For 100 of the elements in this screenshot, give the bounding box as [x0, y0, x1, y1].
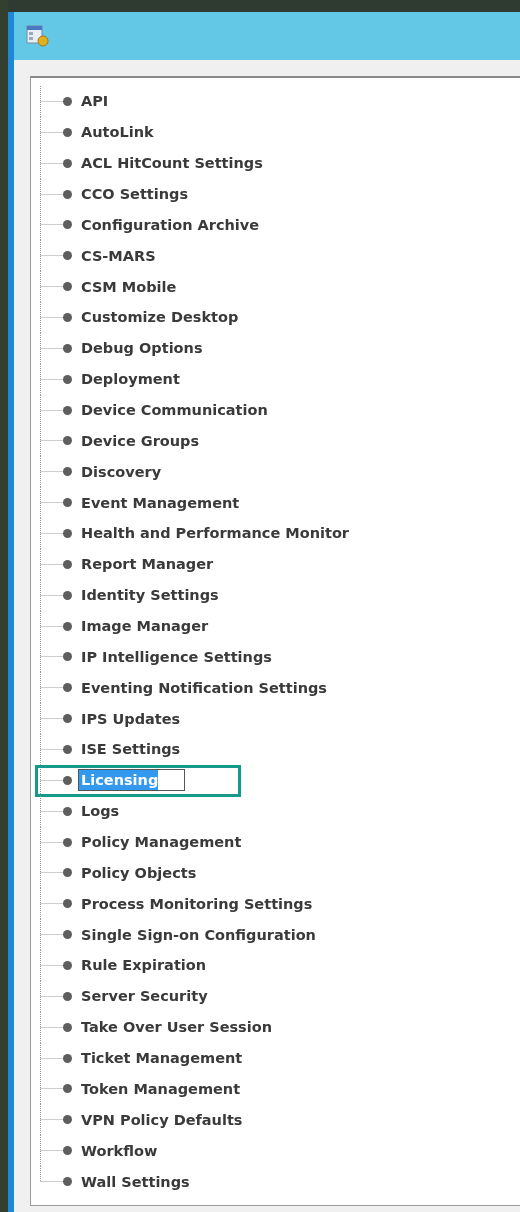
tree-node-icon — [63, 590, 72, 600]
tree-node-icon — [63, 312, 72, 322]
tree-node-icon — [63, 1146, 72, 1156]
tree-line — [39, 919, 63, 951]
tree-item[interactable]: Workflow — [79, 1140, 160, 1161]
tree-node-icon — [63, 837, 72, 847]
tree-line — [39, 1073, 63, 1105]
tree-line — [39, 703, 63, 735]
tree-item[interactable]: Device Communication — [79, 400, 270, 420]
tree-node-icon — [63, 1177, 72, 1186]
tree-node-icon — [63, 714, 72, 724]
tree-node-icon — [63, 96, 72, 106]
tree-node-icon — [63, 1084, 72, 1094]
tree-line — [39, 1042, 63, 1074]
tree-node-icon — [63, 621, 72, 631]
tree-node-icon — [63, 189, 72, 199]
tree-node-icon — [63, 498, 72, 508]
tree-node-icon — [63, 343, 72, 353]
tree-item[interactable]: Device Groups — [79, 430, 202, 451]
tree-node-icon — [63, 282, 72, 292]
tree-node-icon — [63, 1053, 72, 1063]
tree-item[interactable]: Token Management — [79, 1078, 243, 1099]
tree-line — [39, 610, 63, 642]
tree-line — [39, 795, 63, 827]
tree-item[interactable]: Discovery — [79, 461, 164, 482]
tree-item[interactable]: Eventing Notification Settings — [79, 677, 329, 698]
tree-item[interactable]: ACL HitCount Settings — [79, 153, 265, 174]
tree-item[interactable]: Debug Options — [79, 338, 205, 359]
tree-node-icon — [63, 775, 72, 785]
tree-line — [39, 548, 63, 580]
tree-item[interactable]: Report Manager — [79, 554, 216, 575]
tree-line — [39, 579, 63, 611]
tree-item[interactable]: Event Management — [79, 492, 242, 513]
tree-line — [39, 826, 63, 858]
tree-line — [39, 425, 63, 457]
tree-line — [39, 641, 63, 673]
tree-line — [39, 394, 63, 426]
tree-line — [39, 116, 63, 148]
tree-item[interactable]: Configuration Archive — [79, 214, 262, 235]
tree-item[interactable]: Policy Objects — [79, 862, 199, 883]
tree-node-icon — [63, 744, 72, 754]
tree-item[interactable]: Identity Settings — [79, 585, 221, 606]
tree-node-icon — [63, 127, 72, 137]
tree-node-icon — [63, 528, 72, 538]
tree-line — [39, 456, 63, 488]
tree-node-icon — [63, 158, 72, 168]
tree-item[interactable]: CSM Mobile — [79, 276, 179, 297]
tree-item[interactable]: Ticket Management — [79, 1048, 245, 1069]
tree-node-icon — [63, 559, 72, 569]
tree-line — [39, 517, 63, 549]
tree-item[interactable]: IPS Updates — [79, 708, 183, 729]
tree-line — [39, 85, 63, 117]
tree-line — [39, 271, 63, 303]
tree-node-icon — [63, 405, 72, 415]
tree-line — [39, 209, 63, 241]
tree-line — [39, 857, 63, 889]
tree-line — [39, 332, 63, 364]
tree-line — [39, 240, 63, 272]
tree-line — [39, 672, 63, 704]
tree-item[interactable]: ISE Settings — [79, 739, 183, 760]
tree-item[interactable]: AutoLink — [79, 122, 156, 143]
tree-item[interactable]: Policy Management — [79, 832, 244, 853]
tree-node-icon — [63, 1022, 72, 1032]
tree-item[interactable]: Process Monitoring Settings — [79, 893, 315, 914]
tree-item[interactable]: Logs — [79, 801, 122, 822]
tree-node-icon — [63, 1115, 72, 1125]
tree-item[interactable]: Deployment — [79, 369, 182, 390]
tree-line — [39, 301, 63, 333]
tree-line — [39, 734, 63, 765]
tree-item[interactable]: CS-MARS — [79, 245, 158, 266]
tree-line — [39, 363, 63, 395]
tree-node-icon — [63, 991, 72, 1001]
tree-line — [39, 178, 63, 210]
tree-item[interactable]: Image Manager — [79, 616, 211, 637]
tree-item[interactable]: Customize Desktop — [79, 307, 241, 328]
tree-node-icon — [63, 683, 72, 693]
tree-node-icon — [63, 806, 72, 816]
tree-item[interactable]: Wall Settings — [79, 1171, 192, 1192]
tree-item[interactable]: API — [79, 91, 111, 112]
tree-item[interactable]: Health and Performance Monitor — [79, 523, 352, 544]
tree-node-icon — [63, 251, 72, 261]
tree-item[interactable]: Single Sign-on Configuration — [79, 924, 318, 945]
tree-line — [39, 1104, 63, 1136]
tree-item[interactable]: Server Security — [79, 986, 210, 1007]
tree-item[interactable]: CCO Settings — [79, 184, 191, 204]
tree-node-icon — [63, 467, 72, 477]
tree-item[interactable]: VPN Policy Defaults — [79, 1109, 245, 1130]
tree-item[interactable]: Rule Expiration — [79, 955, 209, 976]
tree-line — [39, 950, 63, 981]
tree-node-icon — [63, 899, 72, 909]
tree-line — [39, 980, 63, 1012]
window-icon — [26, 25, 50, 47]
tree-item[interactable]: IP Intelligence Settings — [79, 646, 274, 667]
tree-node-icon — [63, 220, 72, 230]
tree-line — [39, 147, 63, 179]
tree-item[interactable]: Take Over User Session — [79, 1017, 274, 1038]
tree-line — [39, 888, 63, 920]
tree-node-icon — [63, 652, 72, 662]
tree-node-icon — [63, 374, 72, 384]
tree-node-icon — [63, 868, 72, 878]
